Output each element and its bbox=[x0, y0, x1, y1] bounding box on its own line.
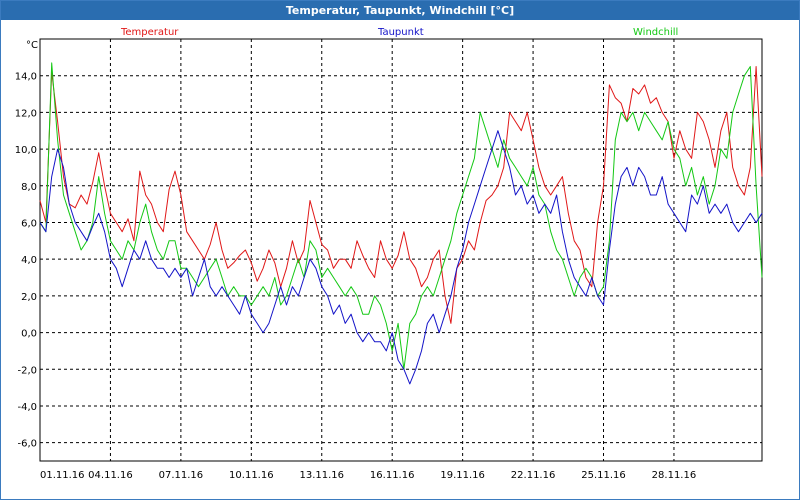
x-tick-label: 13.11.16 bbox=[299, 470, 344, 481]
x-tick-label: 10.11.16 bbox=[229, 470, 274, 481]
y-axis-unit: °C bbox=[26, 40, 38, 51]
window-title: Temperatur, Taupunkt, Windchill [°C] bbox=[1, 1, 799, 20]
x-tick-label: 25.11.16 bbox=[581, 470, 626, 481]
y-tick-label: -4,0 bbox=[17, 402, 37, 413]
x-tick-label: 01.11.16 bbox=[40, 470, 85, 481]
x-tick-label: 28.11.16 bbox=[652, 470, 697, 481]
y-tick-label: -2,0 bbox=[17, 365, 37, 376]
y-tick-label: 4,0 bbox=[21, 255, 37, 266]
x-tick-label: 22.11.16 bbox=[511, 470, 556, 481]
x-tick-label: 04.11.16 bbox=[88, 470, 133, 481]
y-tick-label: 6,0 bbox=[21, 218, 37, 229]
y-tick-label: 14,0 bbox=[15, 72, 37, 83]
x-tick-label: 16.11.16 bbox=[370, 470, 415, 481]
x-tick-label: 19.11.16 bbox=[440, 470, 485, 481]
y-tick-label: 12,0 bbox=[15, 108, 37, 119]
x-axis-ticks: 01.11.16 04.11.16 07.11.16 10.11.16 13.11.16… bbox=[40, 470, 696, 481]
y-axis-ticks: 14,0 12,0 10,0 8,0 6,0 4,0 2,0 0,0 -2,0 -4,0 -6,0 bbox=[15, 72, 37, 450]
legend-temperatur: Temperatur bbox=[120, 27, 179, 38]
y-tick-label: 0,0 bbox=[21, 329, 37, 340]
y-tick-label: 10,0 bbox=[15, 145, 37, 156]
temperature-chart: 14,012,010,08,06,04,02,00,0-2,0-4,0-6,0 … bbox=[15, 27, 763, 481]
chart-window: Temperatur, Taupunkt, Windchill [°C] 14,… bbox=[0, 0, 800, 500]
y-tick-label: 2,0 bbox=[21, 292, 37, 303]
x-tick-label: 07.11.16 bbox=[159, 470, 204, 481]
y-tick-label: 8,0 bbox=[21, 182, 37, 193]
y-tick-label: -6,0 bbox=[17, 439, 37, 450]
legend-windchill: Windchill bbox=[633, 27, 678, 38]
legend-taupunkt: Taupunkt bbox=[377, 27, 424, 38]
